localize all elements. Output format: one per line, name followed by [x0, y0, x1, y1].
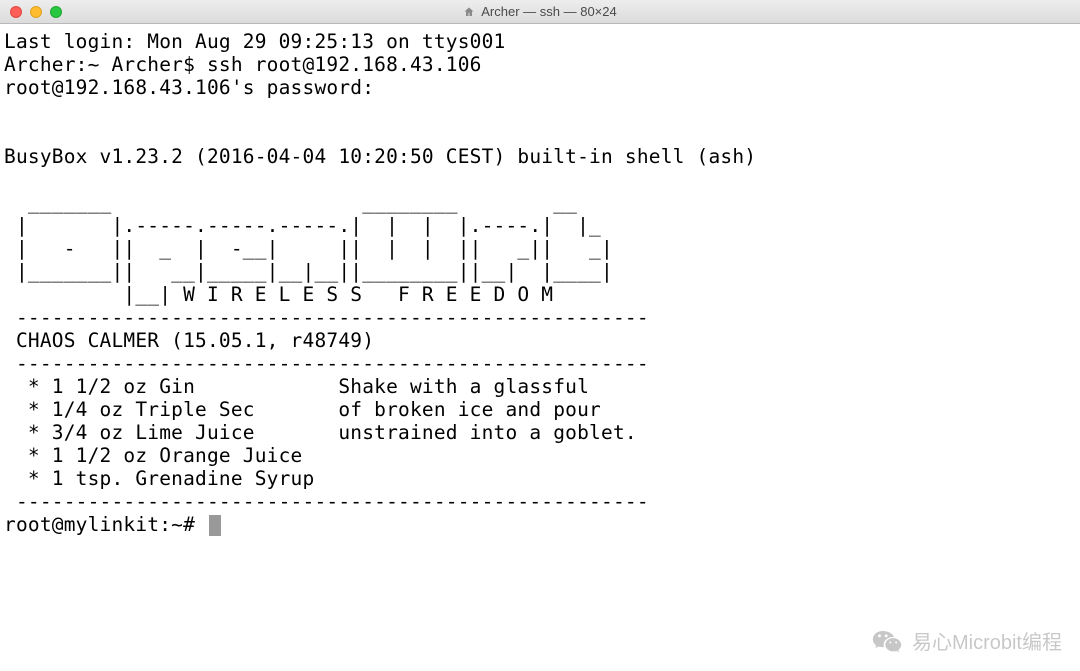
- prompt: root@mylinkit:~#: [4, 513, 207, 536]
- close-button[interactable]: [10, 6, 22, 18]
- terminal-output: Last login: Mon Aug 29 09:25:13 on ttys0…: [4, 30, 756, 513]
- terminal-viewport[interactable]: Last login: Mon Aug 29 09:25:13 on ttys0…: [0, 24, 1080, 544]
- home-icon: [463, 6, 475, 18]
- minimize-button[interactable]: [30, 6, 42, 18]
- zoom-button[interactable]: [50, 6, 62, 18]
- titlebar: Archer — ssh — 80×24: [0, 0, 1080, 24]
- cursor: [209, 515, 221, 536]
- watermark: 易心Microbit编程: [872, 626, 1062, 655]
- wechat-icon: [872, 629, 902, 653]
- traffic-lights: [0, 6, 62, 18]
- window-title-wrap: Archer — ssh — 80×24: [0, 4, 1080, 19]
- window-title: Archer — ssh — 80×24: [481, 4, 616, 19]
- watermark-text: 易心Microbit编程: [912, 626, 1062, 655]
